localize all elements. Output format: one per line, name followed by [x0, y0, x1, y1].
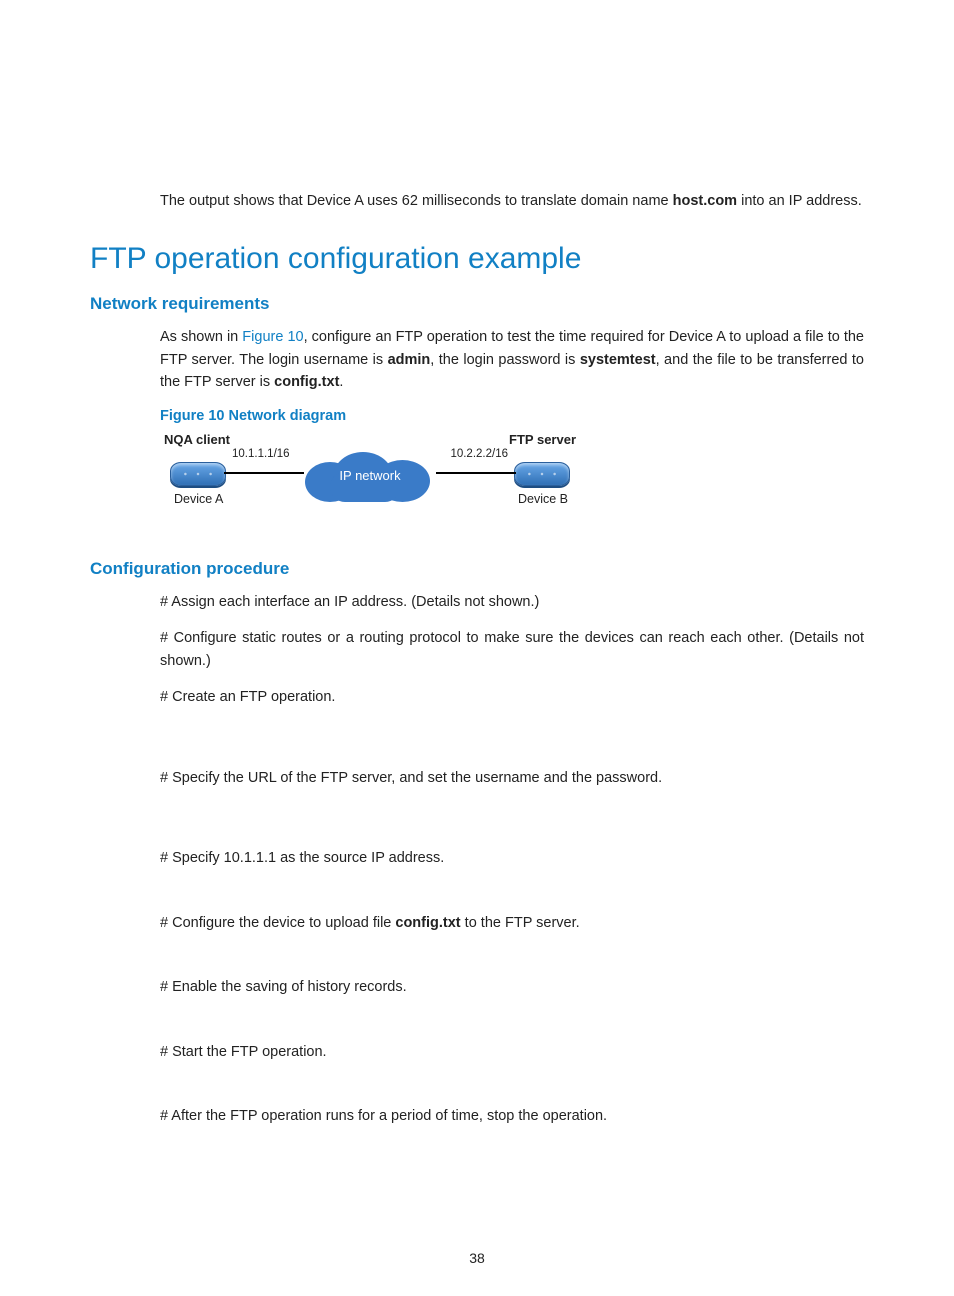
proc-step-6c: to the FTP server.: [461, 915, 580, 931]
intro-bold: host.com: [673, 193, 737, 209]
cloud-icon: IP network: [305, 452, 435, 500]
proc-step-7: # Enable the saving of history records.: [160, 976, 864, 998]
network-link-line: [224, 472, 304, 474]
network-link-line: [436, 472, 516, 474]
proc-step-6a: # Configure the device to upload file: [160, 915, 395, 931]
network-requirements-paragraph: As shown in Figure 10, configure an FTP …: [160, 326, 864, 393]
proc-step-3: # Create an FTP operation.: [160, 686, 864, 708]
intro-pre: The output shows that Device A uses 62 m…: [160, 193, 673, 209]
proc-step-6-bold: config.txt: [395, 915, 460, 931]
router-icon: [170, 462, 226, 486]
diagram-device-a-label: Device A: [174, 492, 223, 506]
nr-bold-admin: admin: [388, 352, 431, 368]
proc-step-8: # Start the FTP operation.: [160, 1041, 864, 1063]
figure-10-link[interactable]: Figure 10: [242, 329, 303, 345]
nr-bold-systemtest: systemtest: [580, 352, 656, 368]
proc-step-4: # Specify the URL of the FTP server, and…: [160, 767, 864, 789]
nr-text-c: , the login password is: [430, 352, 580, 368]
nr-bold-configtxt: config.txt: [274, 374, 339, 390]
diagram-ip-a: 10.1.1.1/16: [232, 448, 290, 460]
subheading-network-requirements: Network requirements: [90, 294, 864, 314]
cloud-label: IP network: [305, 468, 435, 483]
nr-text-e: .: [339, 374, 343, 390]
page-number: 38: [0, 1250, 954, 1266]
intro-post: into an IP address.: [737, 193, 862, 209]
proc-step-1: # Assign each interface an IP address. (…: [160, 591, 864, 613]
proc-step-5: # Specify 10.1.1.1 as the source IP addr…: [160, 847, 864, 869]
diagram-label-nqa-client: NQA client: [164, 432, 230, 447]
router-icon: [514, 462, 570, 486]
intro-paragraph: The output shows that Device A uses 62 m…: [160, 190, 864, 212]
proc-step-9: # After the FTP operation runs for a per…: [160, 1105, 864, 1127]
diagram-device-b-label: Device B: [518, 492, 568, 506]
proc-step-2: # Configure static routes or a routing p…: [160, 627, 864, 672]
nr-text-a: As shown in: [160, 329, 242, 345]
section-heading-ftp-example: FTP operation configuration example: [90, 242, 864, 276]
figure-caption: Figure 10 Network diagram: [160, 408, 864, 424]
network-diagram: NQA client FTP server 10.1.1.1/16 10.2.2…: [160, 432, 580, 527]
page: The output shows that Device A uses 62 m…: [0, 0, 954, 1296]
subheading-configuration-procedure: Configuration procedure: [90, 559, 864, 579]
proc-step-6: # Configure the device to upload file co…: [160, 912, 864, 934]
diagram-label-ftp-server: FTP server: [509, 432, 576, 447]
diagram-ip-b: 10.2.2.2/16: [450, 448, 508, 460]
